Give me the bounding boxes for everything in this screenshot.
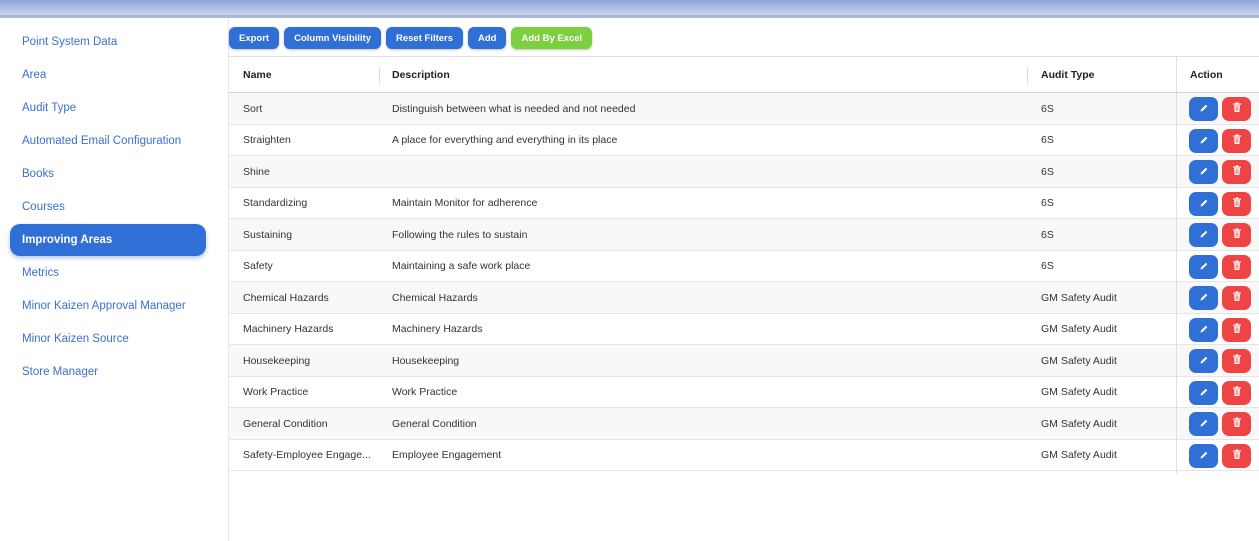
cell-name: Sort [243, 102, 263, 115]
action-column-divider [1176, 56, 1259, 474]
column-visibility-button[interactable]: Column Visibility [284, 27, 381, 49]
cell-description: Work Practice [392, 386, 458, 398]
cell-audit-type: 6S [1041, 102, 1054, 115]
table-row: Chemical Hazards Chemical Hazards GM Safet… [229, 282, 1259, 314]
table-row: Machinery Hazards Machinery Hazards GM Saf… [229, 314, 1259, 345]
sidebar-item-minor-kaizen-approval-manager[interactable]: Minor Kaizen Approval Manager [10, 290, 206, 322]
sidebar-item-books[interactable]: Books [10, 158, 206, 190]
table-row: Sustaining Following the rules to sustain… [229, 219, 1259, 251]
cell-description: General Condition [392, 417, 477, 430]
table-body: Sort Distinguish between what is needed a… [229, 93, 1259, 471]
sidebar: Point System Data Area Audit Type Automa… [0, 18, 228, 541]
column-divider [379, 67, 380, 83]
sidebar-item-label: Point System Data [22, 36, 118, 48]
reset-filters-button[interactable]: Reset Filters [385, 27, 464, 49]
cell-audit-type: 6S [1041, 228, 1054, 241]
column-divider [1027, 67, 1028, 83]
cell-name: General Condition [243, 417, 328, 430]
cell-audit-type: 6S [1041, 197, 1054, 209]
sidebar-item-improving-areas[interactable]: Improving Areas [10, 224, 206, 256]
column-header-description[interactable]: Description [392, 57, 450, 93]
main-content: Export Column Visibility Reset Filters A… [228, 18, 1259, 541]
table-row: Standardizing Maintain Monitor for adhere… [229, 188, 1259, 219]
sidebar-item-courses[interactable]: Courses [10, 191, 206, 223]
sidebar-item-point-system-data[interactable]: Point System Data [10, 26, 206, 58]
cell-description: Following the rules to sustain [392, 228, 528, 241]
cell-description: Employee Engagement [392, 449, 502, 461]
table-row: Work Practice Work Practice GM Safety Audi… [229, 377, 1259, 408]
cell-name: Chemical Hazards [243, 291, 329, 304]
cell-audit-type: GM Safety Audit [1041, 417, 1117, 430]
table-row: Straighten A place for everything and eve… [229, 125, 1259, 156]
sidebar-item-label: Store Manager [22, 366, 99, 378]
cell-name: Safety [243, 260, 273, 272]
sidebar-item-label: Improving Areas [22, 234, 113, 246]
sidebar-item-metrics[interactable]: Metrics [10, 257, 206, 289]
cell-description: A place for everything and everything in… [392, 134, 618, 146]
cell-name: Standardizing [243, 197, 308, 209]
window-top-bar [0, 0, 1259, 18]
cell-name: Machinery Hazards [243, 323, 334, 335]
add-button[interactable]: Add [468, 27, 507, 49]
column-header-audit-type[interactable]: Audit Type [1041, 57, 1094, 93]
cell-audit-type: 6S [1041, 134, 1054, 146]
cell-name: Shine [243, 165, 270, 178]
table-row: Safety Maintaining a safe work place 6S [229, 251, 1259, 282]
cell-name: Straighten [243, 134, 291, 146]
table-header: Name Description Audit Type Action [229, 56, 1259, 93]
cell-description: Maintain Monitor for adherence [392, 197, 538, 209]
add-by-excel-button[interactable]: Add By Excel [511, 27, 593, 49]
cell-audit-type: 6S [1041, 260, 1054, 272]
sidebar-item-label: Courses [22, 201, 65, 213]
export-button[interactable]: Export [229, 27, 280, 49]
sidebar-item-audit-type[interactable]: Audit Type [10, 92, 206, 124]
sidebar-item-label: Books [22, 168, 54, 180]
sidebar-item-label: Metrics [22, 267, 60, 279]
column-header-name[interactable]: Name [243, 57, 272, 93]
cell-description: Chemical Hazards [392, 291, 478, 304]
cell-name: Work Practice [243, 386, 309, 398]
sidebar-item-automated-email-configuration[interactable]: Automated Email Configuration [10, 125, 206, 157]
sidebar-item-label: Audit Type [22, 102, 77, 114]
table-row: General Condition General Condition GM Saf… [229, 408, 1259, 440]
toolbar: Export Column Visibility Reset Filters A… [229, 27, 593, 49]
sidebar-item-label: Minor Kaizen Source [22, 333, 129, 345]
cell-audit-type: GM Safety Audit [1041, 386, 1117, 398]
sidebar-item-area[interactable]: Area [10, 59, 206, 91]
cell-audit-type: GM Safety Audit [1041, 291, 1117, 304]
cell-audit-type: GM Safety Audit [1041, 354, 1117, 367]
table-row: Safety-Employee Engage... Employee Engage… [229, 440, 1259, 471]
sidebar-item-minor-kaizen-source[interactable]: Minor Kaizen Source [10, 323, 206, 355]
table-row: Shine 6S [229, 156, 1259, 188]
cell-description: Machinery Hazards [392, 323, 483, 335]
cell-description: Distinguish between what is needed and n… [392, 102, 636, 115]
cell-audit-type: GM Safety Audit [1041, 323, 1117, 335]
sidebar-item-store-manager[interactable]: Store Manager [10, 356, 206, 388]
cell-description: Maintaining a safe work place [392, 260, 531, 272]
sidebar-item-label: Minor Kaizen Approval Manager [22, 300, 186, 312]
sidebar-item-label: Automated Email Configuration [22, 135, 182, 147]
table-row: Housekeeping Housekeeping GM Safety Audit [229, 345, 1259, 377]
cell-audit-type: 6S [1041, 165, 1054, 178]
cell-audit-type: GM Safety Audit [1041, 449, 1117, 461]
data-table: Name Description Audit Type Action Sort D… [229, 56, 1259, 474]
table-row: Sort Distinguish between what is needed a… [229, 93, 1259, 125]
cell-name: Sustaining [243, 228, 293, 241]
sidebar-item-label: Area [22, 69, 47, 81]
cell-name: Safety-Employee Engage... [243, 449, 371, 461]
cell-description: Housekeeping [392, 354, 460, 367]
cell-name: Housekeeping [243, 354, 311, 367]
